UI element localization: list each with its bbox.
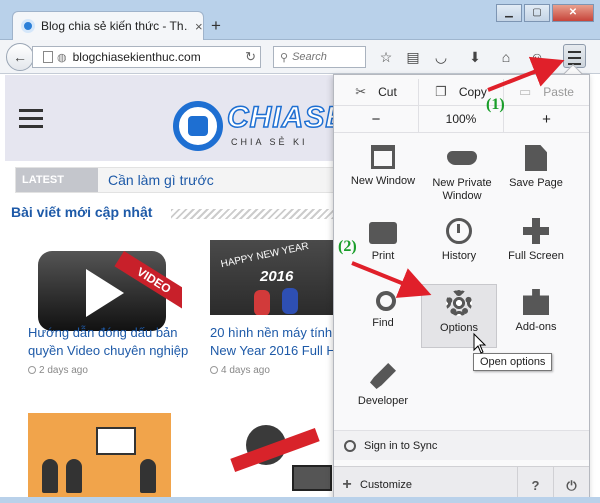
step-1-label: (1): [486, 96, 505, 113]
annotation-arrow: [351, 261, 432, 298]
mouse-cursor-icon: [473, 332, 487, 354]
step-2-label: (2): [338, 238, 357, 255]
window-bottom-edge: [0, 497, 600, 503]
annotation-arrow: [487, 56, 565, 92]
annotation-overlay: [351, 56, 565, 354]
